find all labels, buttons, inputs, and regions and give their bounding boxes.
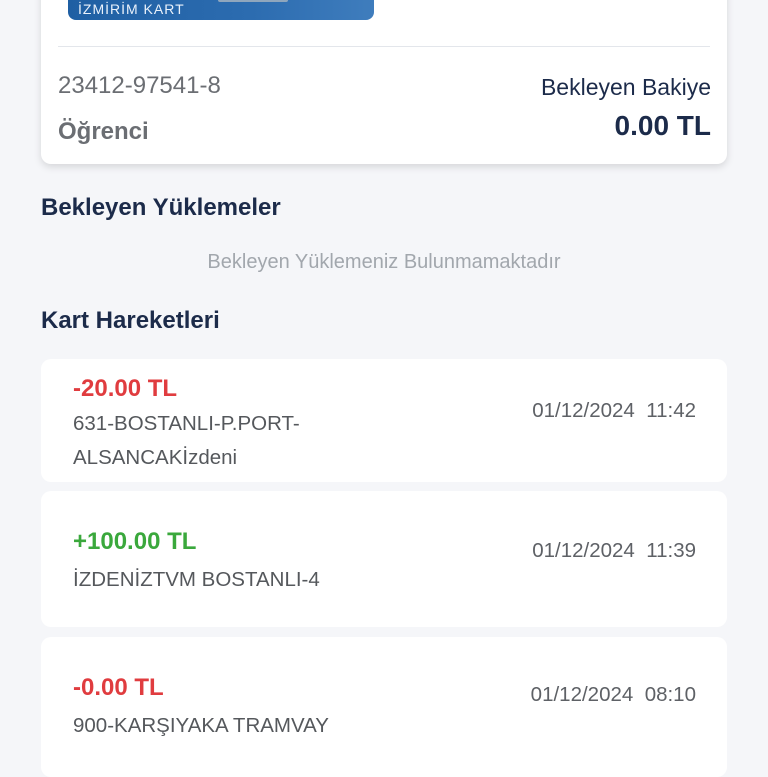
card-summary[interactable]: İZMİRİM KART 23412-97541-8 Öğrenci Bekle… (41, 0, 727, 164)
transaction-date: 01/12/2024 (532, 399, 635, 422)
transaction-item[interactable]: -0.00 TL 900-KARŞIYAKA TRAMVAY 01/12/202… (41, 637, 727, 777)
transaction-amount: -0.00 TL (73, 674, 164, 701)
transaction-description: 900-KARŞIYAKA TRAMVAY (73, 714, 329, 737)
transaction-item[interactable]: -20.00 TL 631-BOSTANLI-P.PORT-ALSANCAKİz… (41, 359, 727, 482)
card-transactions-title: Kart Hareketleri (41, 307, 220, 334)
transaction-time: 08:10 (644, 683, 696, 706)
transaction-date: 01/12/2024 (530, 683, 634, 706)
transaction-date: 01/12/2024 (532, 539, 635, 562)
card-type: Öğrenci (58, 118, 149, 145)
card-divider (58, 46, 710, 47)
transaction-datetime: 01/12/2024 11:39 (532, 539, 696, 563)
transaction-description: İZDENİZTVM BOSTANLI-4 (73, 568, 320, 591)
transaction-item[interactable]: +100.00 TL İZDENİZTVM BOSTANLI-4 01/12/2… (41, 491, 727, 627)
card-number: 23412-97541-8 (58, 72, 221, 99)
pending-loads-empty-message: Bekleyen Yüklemeniz Bulunmamaktadır (207, 251, 561, 273)
transaction-time: 11:39 (646, 539, 696, 562)
transaction-amount: +100.00 TL (73, 528, 197, 555)
card-image: İZMİRİM KART (68, 0, 374, 20)
transaction-datetime: 01/12/2024 08:10 (531, 683, 696, 707)
card-image-stripe (218, 0, 288, 2)
pending-balance-amount: 0.00 TL (614, 110, 711, 141)
pending-loads-title: Bekleyen Yüklemeler (41, 194, 281, 221)
pending-balance-label: Bekleyen Bakiye (540, 74, 711, 100)
card-brand-label: İZMİRİM KART (78, 1, 185, 17)
transaction-datetime: 01/12/2024 11:42 (532, 399, 696, 423)
transaction-amount: -20.00 TL (73, 375, 178, 402)
transaction-description: 631-BOSTANLI-P.PORT-ALSANCAKİzdeni (73, 412, 300, 469)
transaction-time: 11:42 (646, 399, 696, 422)
